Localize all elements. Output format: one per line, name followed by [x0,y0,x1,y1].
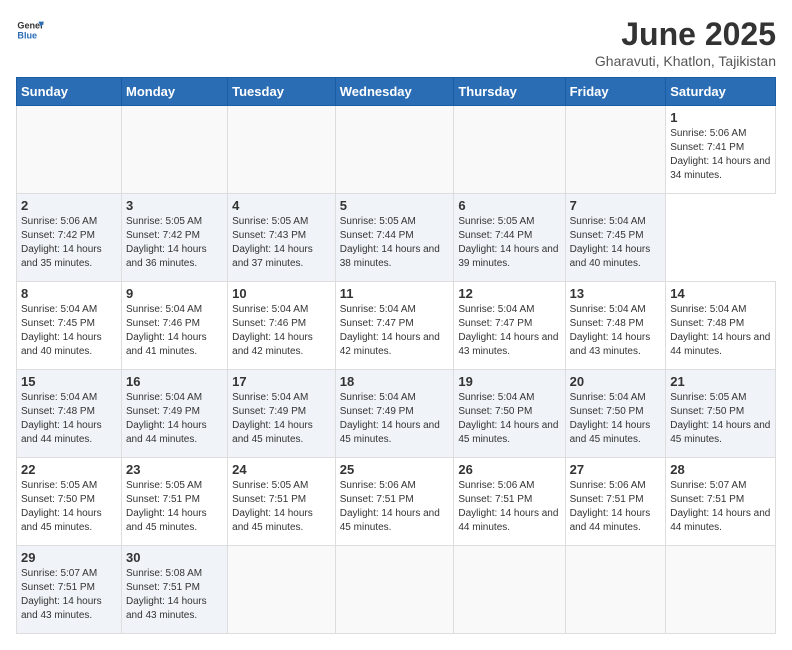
empty-cell [454,106,565,194]
calendar-week-row: 29Sunrise: 5:07 AMSunset: 7:51 PMDayligh… [17,546,776,634]
day-cell: 4Sunrise: 5:05 AMSunset: 7:43 PMDaylight… [228,194,336,282]
day-cell: 5Sunrise: 5:05 AMSunset: 7:44 PMDaylight… [335,194,454,282]
title-area: June 2025 Gharavuti, Khatlon, Tajikistan [595,16,776,69]
day-cell: 22Sunrise: 5:05 AMSunset: 7:50 PMDayligh… [17,458,122,546]
header-cell-friday: Friday [565,78,666,106]
day-cell: 2Sunrise: 5:06 AMSunset: 7:42 PMDaylight… [17,194,122,282]
day-cell: 16Sunrise: 5:04 AMSunset: 7:49 PMDayligh… [121,370,227,458]
day-cell: 13Sunrise: 5:04 AMSunset: 7:48 PMDayligh… [565,282,666,370]
day-cell: 30Sunrise: 5:08 AMSunset: 7:51 PMDayligh… [121,546,227,634]
day-cell: 15Sunrise: 5:04 AMSunset: 7:48 PMDayligh… [17,370,122,458]
empty-cell [121,106,227,194]
day-cell: 25Sunrise: 5:06 AMSunset: 7:51 PMDayligh… [335,458,454,546]
day-cell: 7Sunrise: 5:04 AMSunset: 7:45 PMDaylight… [565,194,666,282]
empty-cell [335,546,454,634]
header-cell-saturday: Saturday [666,78,776,106]
empty-cell [228,106,336,194]
day-cell: 17Sunrise: 5:04 AMSunset: 7:49 PMDayligh… [228,370,336,458]
day-cell: 27Sunrise: 5:06 AMSunset: 7:51 PMDayligh… [565,458,666,546]
svg-text:Blue: Blue [17,30,37,40]
day-cell: 9Sunrise: 5:04 AMSunset: 7:46 PMDaylight… [121,282,227,370]
calendar-week-row: 22Sunrise: 5:05 AMSunset: 7:50 PMDayligh… [17,458,776,546]
empty-cell [666,546,776,634]
day-cell: 14Sunrise: 5:04 AMSunset: 7:48 PMDayligh… [666,282,776,370]
day-cell: 8Sunrise: 5:04 AMSunset: 7:45 PMDaylight… [17,282,122,370]
day-cell: 24Sunrise: 5:05 AMSunset: 7:51 PMDayligh… [228,458,336,546]
empty-cell [565,546,666,634]
month-title: June 2025 [595,16,776,53]
calendar-table: SundayMondayTuesdayWednesdayThursdayFrid… [16,77,776,634]
calendar-week-row: 8Sunrise: 5:04 AMSunset: 7:45 PMDaylight… [17,282,776,370]
day-cell: 3Sunrise: 5:05 AMSunset: 7:42 PMDaylight… [121,194,227,282]
empty-cell [17,106,122,194]
header: General Blue June 2025 Gharavuti, Khatlo… [16,16,776,69]
day-cell: 18Sunrise: 5:04 AMSunset: 7:49 PMDayligh… [335,370,454,458]
empty-cell [228,546,336,634]
day-cell: 10Sunrise: 5:04 AMSunset: 7:46 PMDayligh… [228,282,336,370]
header-cell-monday: Monday [121,78,227,106]
day-cell: 20Sunrise: 5:04 AMSunset: 7:50 PMDayligh… [565,370,666,458]
logo-icon: General Blue [16,16,44,44]
day-cell: 21Sunrise: 5:05 AMSunset: 7:50 PMDayligh… [666,370,776,458]
logo: General Blue [16,16,44,44]
day-cell: 29Sunrise: 5:07 AMSunset: 7:51 PMDayligh… [17,546,122,634]
location-title: Gharavuti, Khatlon, Tajikistan [595,53,776,69]
calendar-week-row: 1Sunrise: 5:06 AMSunset: 7:41 PMDaylight… [17,106,776,194]
day-cell: 28Sunrise: 5:07 AMSunset: 7:51 PMDayligh… [666,458,776,546]
calendar-header-row: SundayMondayTuesdayWednesdayThursdayFrid… [17,78,776,106]
day-cell: 26Sunrise: 5:06 AMSunset: 7:51 PMDayligh… [454,458,565,546]
day-cell: 6Sunrise: 5:05 AMSunset: 7:44 PMDaylight… [454,194,565,282]
header-cell-wednesday: Wednesday [335,78,454,106]
day-cell: 1Sunrise: 5:06 AMSunset: 7:41 PMDaylight… [666,106,776,194]
day-cell: 12Sunrise: 5:04 AMSunset: 7:47 PMDayligh… [454,282,565,370]
header-cell-sunday: Sunday [17,78,122,106]
header-cell-tuesday: Tuesday [228,78,336,106]
empty-cell [454,546,565,634]
day-cell: 19Sunrise: 5:04 AMSunset: 7:50 PMDayligh… [454,370,565,458]
day-cell: 11Sunrise: 5:04 AMSunset: 7:47 PMDayligh… [335,282,454,370]
day-cell: 23Sunrise: 5:05 AMSunset: 7:51 PMDayligh… [121,458,227,546]
empty-cell [565,106,666,194]
header-cell-thursday: Thursday [454,78,565,106]
empty-cell [335,106,454,194]
calendar-week-row: 2Sunrise: 5:06 AMSunset: 7:42 PMDaylight… [17,194,776,282]
calendar-week-row: 15Sunrise: 5:04 AMSunset: 7:48 PMDayligh… [17,370,776,458]
